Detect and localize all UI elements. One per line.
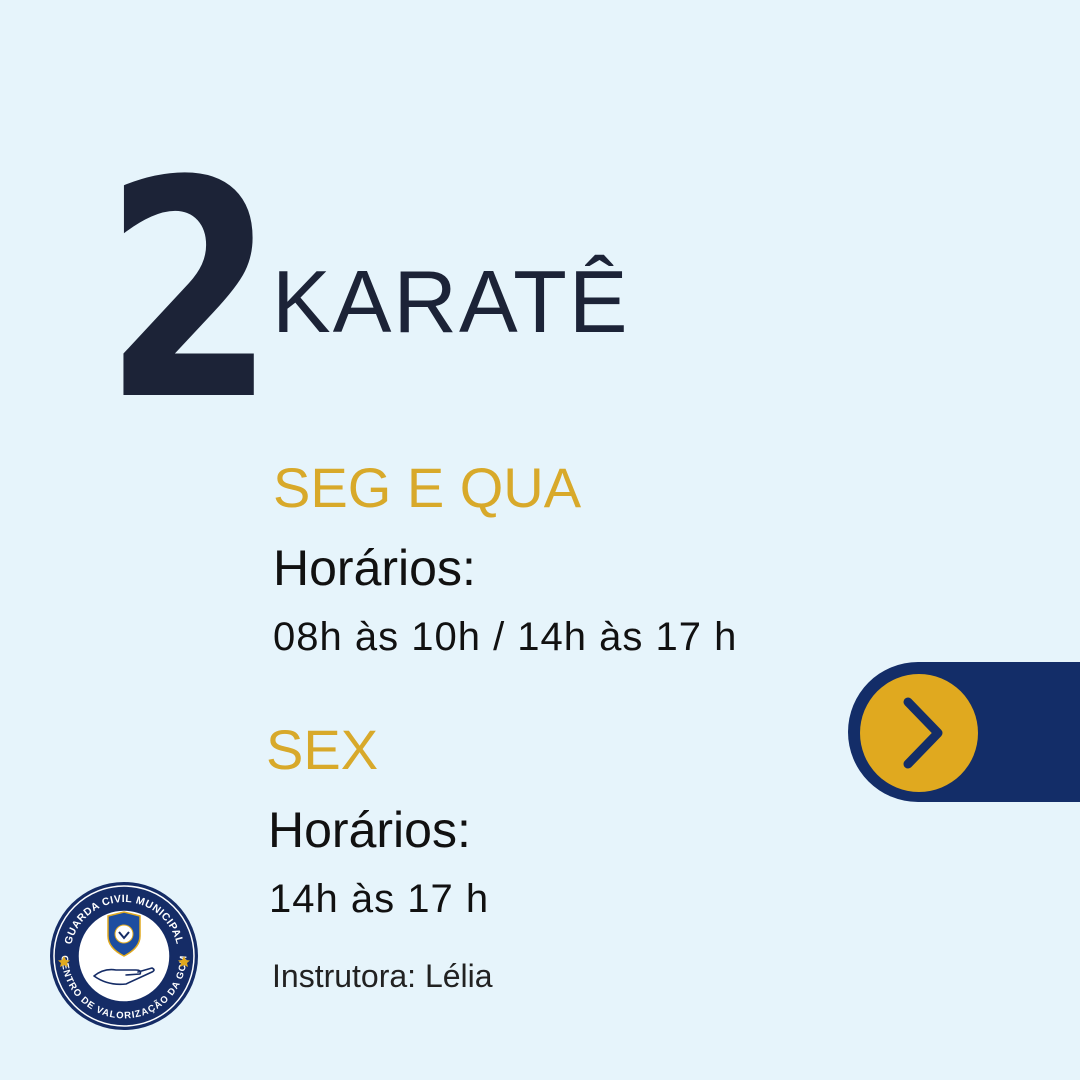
next-slide-button[interactable]	[860, 674, 978, 792]
schedule-days-2: SEX	[266, 718, 379, 781]
chevron-right-icon	[903, 697, 943, 769]
activity-title: KARATÊ	[272, 252, 630, 351]
instructor-name: Instrutora: Lélia	[272, 958, 493, 994]
slide-number: 2	[104, 117, 275, 466]
schedule-hours-label-2: Horários:	[268, 802, 471, 858]
schedule-days-1: SEG E QUA	[273, 456, 582, 519]
schedule-hours-2: 14h às 17 h	[269, 877, 490, 921]
schedule-hours-label-1: Horários:	[273, 540, 476, 596]
schedule-hours-1: 08h às 10h / 14h às 17 h	[273, 615, 738, 659]
gcm-logo: GUARDA CIVIL MUNICIPAL CENTRO DE VALORIZ…	[48, 880, 200, 1032]
